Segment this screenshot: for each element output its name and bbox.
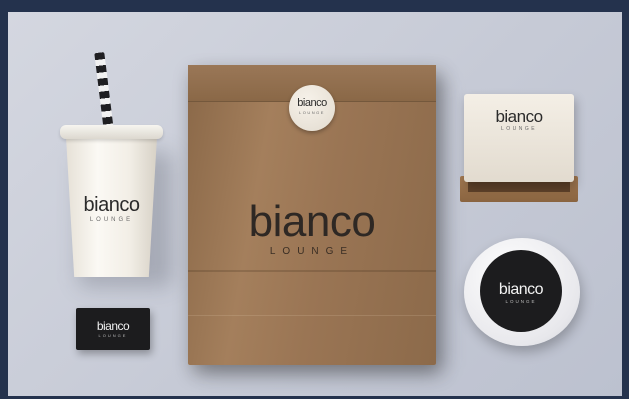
wrap-label: bianco LOUNGE <box>480 250 562 332</box>
bag-logo-name: bianco <box>248 197 376 246</box>
cup-lid <box>60 125 163 139</box>
sticker-logo-name: bianco <box>297 97 327 109</box>
bag-crease-highlight <box>188 315 436 316</box>
cup-logo-name: bianco <box>83 194 140 216</box>
paper-bag: bianco LOUNGE bianco LOUNGE <box>188 65 436 365</box>
burger-box: bianco LOUNGE <box>460 94 578 202</box>
wrap-logo-name: bianco <box>498 281 544 298</box>
cup-body: bianco LOUNGE <box>66 137 157 277</box>
bag-logo-sub: LOUNGE <box>269 246 355 257</box>
wrap-logo-sub: LOUNGE <box>505 299 537 304</box>
image-frame: bianco LOUNGE bianco LOUNGE bianco LOUNG… <box>0 0 629 399</box>
box-lid: bianco LOUNGE <box>464 94 574 182</box>
bag-crease <box>188 270 436 272</box>
wrapped-burger: bianco LOUNGE <box>464 238 580 346</box>
mockup-scene: bianco LOUNGE bianco LOUNGE bianco LOUNG… <box>8 12 622 396</box>
box-logo-name: bianco <box>495 107 543 126</box>
card-logo-sub: LOUNGE <box>98 333 128 338</box>
straw-icon <box>94 51 114 133</box>
bag-sticker: bianco LOUNGE <box>289 85 335 131</box>
business-card: bianco LOUNGE <box>76 308 150 350</box>
card-logo-name: bianco <box>96 319 130 333</box>
sticker-logo-sub: LOUNGE <box>299 110 325 115</box>
cup-logo-sub: LOUNGE <box>89 217 134 223</box>
box-logo-sub: LOUNGE <box>500 126 538 132</box>
